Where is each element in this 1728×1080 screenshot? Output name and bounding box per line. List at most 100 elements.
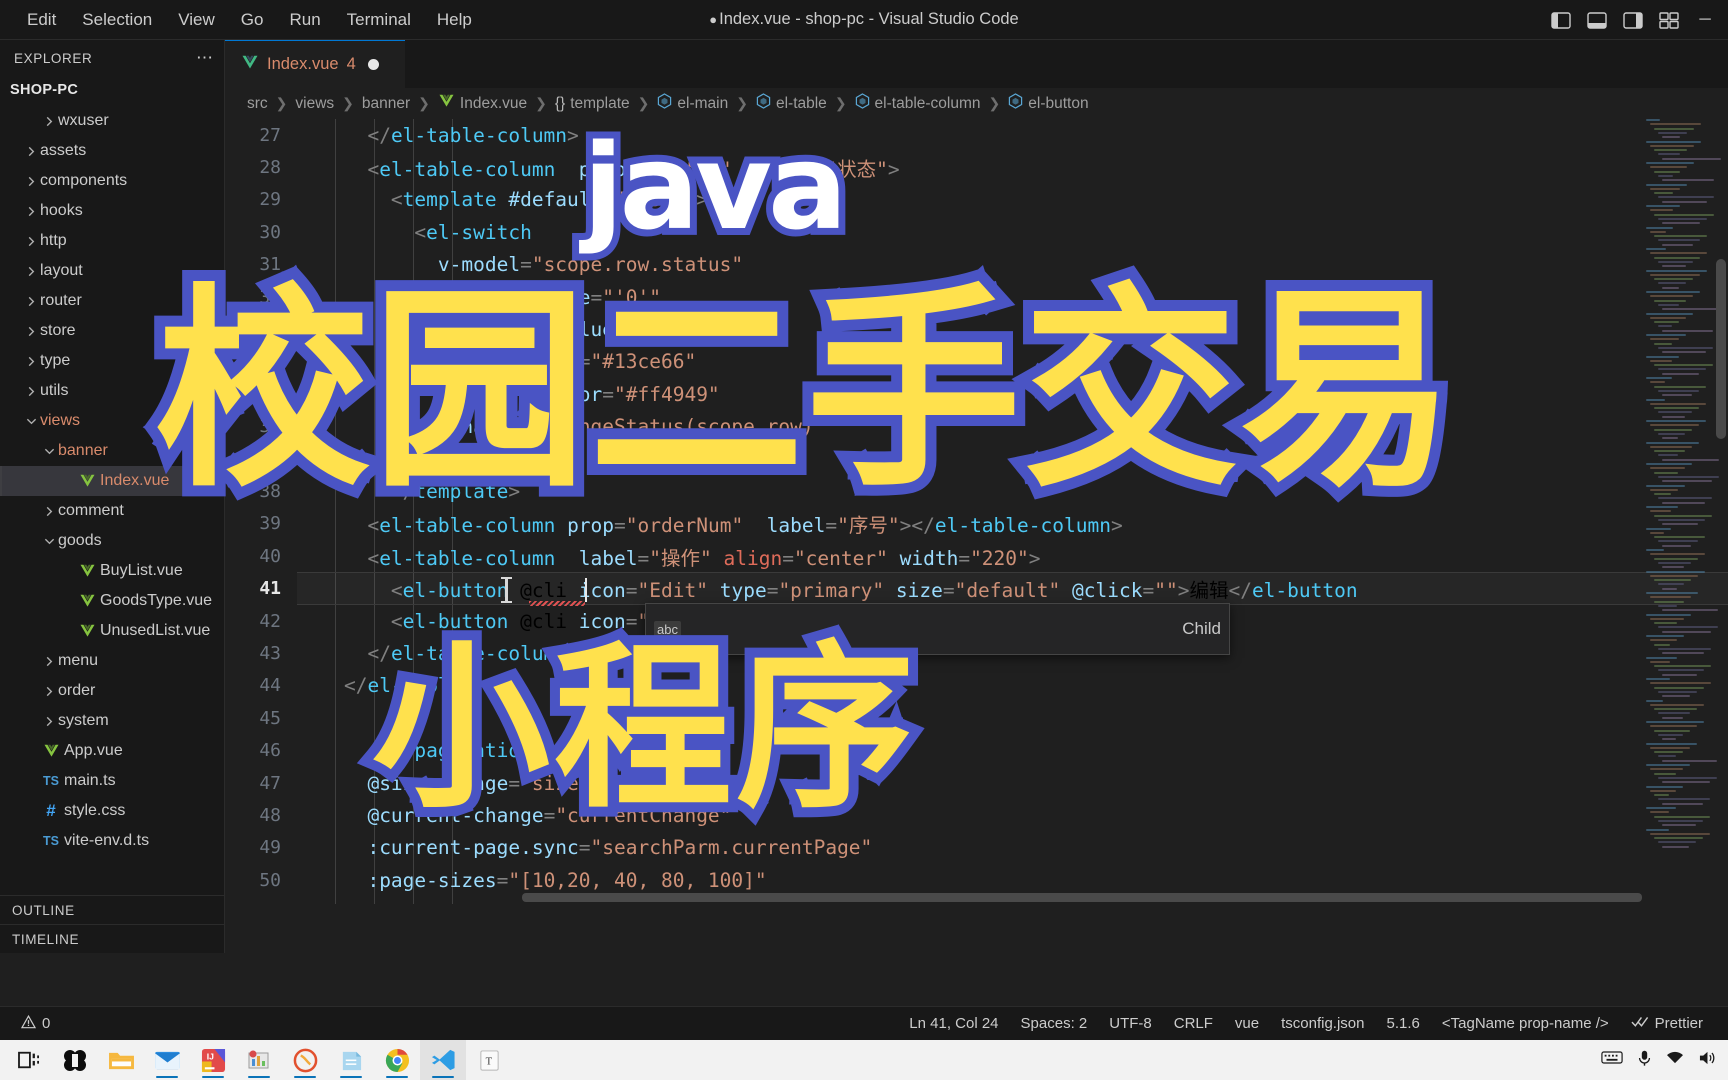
status-item-prettier[interactable]: Prettier [1620, 1015, 1714, 1032]
timeline-section[interactable]: TIMELINE [0, 924, 225, 953]
minimize-button[interactable]: ─ [1688, 3, 1722, 37]
code-line[interactable]: 28 <el-table-column prop="status" label=… [225, 151, 1728, 183]
customize-layout-icon[interactable] [1652, 3, 1686, 37]
tree-item-components[interactable]: components [0, 166, 224, 196]
tab-index-vue[interactable]: Index.vue 4 [225, 40, 405, 88]
network-icon[interactable] [1666, 1050, 1684, 1070]
task-view-icon[interactable] [6, 1040, 52, 1080]
code-line[interactable]: 34 active-color="#13ce66" [225, 346, 1728, 378]
breadcrumb-item-el-table-column[interactable]: el-table-column [855, 93, 981, 114]
tree-item-buylist-vue[interactable]: BuyList.vue [0, 556, 224, 586]
toggle-primary-sidebar-icon[interactable] [1544, 3, 1578, 37]
project-root-row[interactable]: SHOP-PC [0, 76, 224, 104]
tree-item-index-vue[interactable]: Index.vue [0, 466, 224, 496]
menu-terminal[interactable]: Terminal [334, 6, 424, 34]
intellij-idea-icon[interactable]: IJ [190, 1040, 236, 1080]
app-black-icon[interactable] [52, 1040, 98, 1080]
code-line[interactable]: 36 @change="changeStatus(scope.row)" [225, 411, 1728, 443]
status-item-crlf[interactable]: CRLF [1163, 1015, 1224, 1032]
breadcrumb-item-index-vue[interactable]: Index.vue [438, 94, 527, 113]
breadcrumb-item-views[interactable]: views [295, 95, 334, 113]
tree-item-layout[interactable]: layout [0, 256, 224, 286]
status-item-spaces-2[interactable]: Spaces: 2 [1010, 1015, 1099, 1032]
more-actions-icon[interactable]: ⋯ [196, 48, 214, 68]
code-line[interactable]: 33 :inactive-value="'1'" [225, 313, 1728, 345]
code-line[interactable]: 38 </template> [225, 475, 1728, 507]
code-lines[interactable]: 27 </el-table-column> 28 <el-table-column… [225, 119, 1728, 904]
code-line[interactable]: 27 </el-table-column> [225, 119, 1728, 151]
menu-go[interactable]: Go [228, 6, 277, 34]
menu-help[interactable]: Help [424, 6, 485, 34]
outline-section[interactable]: OUTLINE [0, 895, 225, 924]
tree-item-http[interactable]: http [0, 226, 224, 256]
code-line-active[interactable]: 41 <el-button @cli icon="Edit" type="pri… [225, 572, 1728, 607]
autocomplete-popup[interactable]: abc Child [645, 603, 1230, 655]
code-line[interactable]: 32 :active-value="'0'" [225, 281, 1728, 313]
tree-item-goods[interactable]: goods [0, 526, 224, 556]
editor-vertical-scrollbar[interactable] [1714, 119, 1728, 904]
tree-item-order[interactable]: order [0, 676, 224, 706]
menu-run[interactable]: Run [276, 6, 333, 34]
minimap[interactable] [1644, 119, 1721, 904]
tree-item-store[interactable]: store [0, 316, 224, 346]
tree-item-system[interactable]: system [0, 706, 224, 736]
breadcrumb-item-el-main[interactable]: el-main [657, 93, 728, 114]
tree-item-menu[interactable]: menu [0, 646, 224, 676]
status-item-ln-41-col-24[interactable]: Ln 41, Col 24 [898, 1015, 1009, 1032]
menu-selection[interactable]: Selection [69, 6, 165, 34]
scrollbar-thumb-horizontal[interactable] [522, 893, 1642, 902]
breadcrumb-item-src[interactable]: src [247, 95, 268, 113]
code-editor[interactable]: 27 </el-table-column> 28 <el-table-column… [225, 119, 1728, 904]
tree-item-router[interactable]: router [0, 286, 224, 316]
tree-item-goodstype-vue[interactable]: GoodsType.vue [0, 586, 224, 616]
code-line[interactable]: 49 :current-page.sync="searchParm.curren… [225, 832, 1728, 864]
breadcrumb-item-el-button[interactable]: el-button [1008, 93, 1089, 114]
tree-item-assets[interactable]: assets [0, 136, 224, 166]
code-line[interactable]: 47 @size-change="sizeChange" [225, 767, 1728, 799]
breadcrumb-item-banner[interactable]: banner [362, 95, 410, 113]
visual-studio-code-icon[interactable] [420, 1040, 466, 1080]
status-item-tsconfig-json[interactable]: tsconfig.json [1270, 1015, 1375, 1032]
tree-item-views[interactable]: views [0, 406, 224, 436]
tab-dirty-indicator[interactable] [367, 59, 379, 70]
tree-item-type[interactable]: type [0, 346, 224, 376]
breadcrumb-item-template[interactable]: {} template [555, 95, 630, 113]
charts-app-icon[interactable] [236, 1040, 282, 1080]
code-line[interactable]: 29 <template #default="scope"> [225, 184, 1728, 216]
volume-icon[interactable] [1698, 1050, 1716, 1071]
status-item-tagname-prop-name[interactable]: <TagName prop-name /> [1431, 1015, 1620, 1032]
tree-item-app-vue[interactable]: App.vue [0, 736, 224, 766]
code-line[interactable]: 39 <el-table-column prop="orderNum" labe… [225, 508, 1728, 540]
editor-horizontal-scrollbar[interactable] [522, 892, 1728, 904]
keyboard-icon[interactable] [1601, 1050, 1623, 1070]
status-item-utf-8[interactable]: UTF-8 [1098, 1015, 1163, 1032]
mail-icon[interactable] [144, 1040, 190, 1080]
status-item-5-1-6[interactable]: 5.1.6 [1376, 1015, 1431, 1032]
tree-item-style-css[interactable]: # style.css [0, 796, 224, 826]
code-line[interactable]: 30 <el-switch [225, 216, 1728, 248]
scrollbar-thumb-vertical[interactable] [1716, 259, 1726, 439]
tree-item-hooks[interactable]: hooks [0, 196, 224, 226]
code-line[interactable]: 35 inactive-color="#ff4949" [225, 378, 1728, 410]
tree-item-unusedlist-vue[interactable]: UnusedList.vue [0, 616, 224, 646]
code-line[interactable]: 48 @current-change="currentChange" [225, 799, 1728, 831]
problems-status[interactable]: 0 [10, 1014, 61, 1032]
toggle-panel-icon[interactable] [1580, 3, 1614, 37]
code-line[interactable]: 37 ></el-switch> [225, 443, 1728, 475]
file-explorer-icon[interactable] [98, 1040, 144, 1080]
mic-icon[interactable] [1637, 1049, 1652, 1072]
tree-item-comment[interactable]: comment [0, 496, 224, 526]
tree-item-utils[interactable]: utils [0, 376, 224, 406]
google-chrome-icon[interactable] [374, 1040, 420, 1080]
breadcrumb-item-el-table[interactable]: el-table [756, 93, 827, 114]
code-line[interactable]: 44 </el-table> [225, 670, 1728, 702]
tree-item-wxuser[interactable]: wxuser [0, 106, 224, 136]
tree-item-main-ts[interactable]: TS main.ts [0, 766, 224, 796]
notes-app-icon[interactable] [328, 1040, 374, 1080]
code-line[interactable]: 45 [225, 702, 1728, 734]
menu-view[interactable]: View [165, 6, 228, 34]
code-line[interactable]: 46 <el-pagination [225, 734, 1728, 766]
tree-item-vite-env-d-ts[interactable]: TS vite-env.d.ts [0, 826, 224, 856]
code-line[interactable]: 31 v-model="scope.row.status" [225, 249, 1728, 281]
menu-edit[interactable]: Edit [14, 6, 69, 34]
